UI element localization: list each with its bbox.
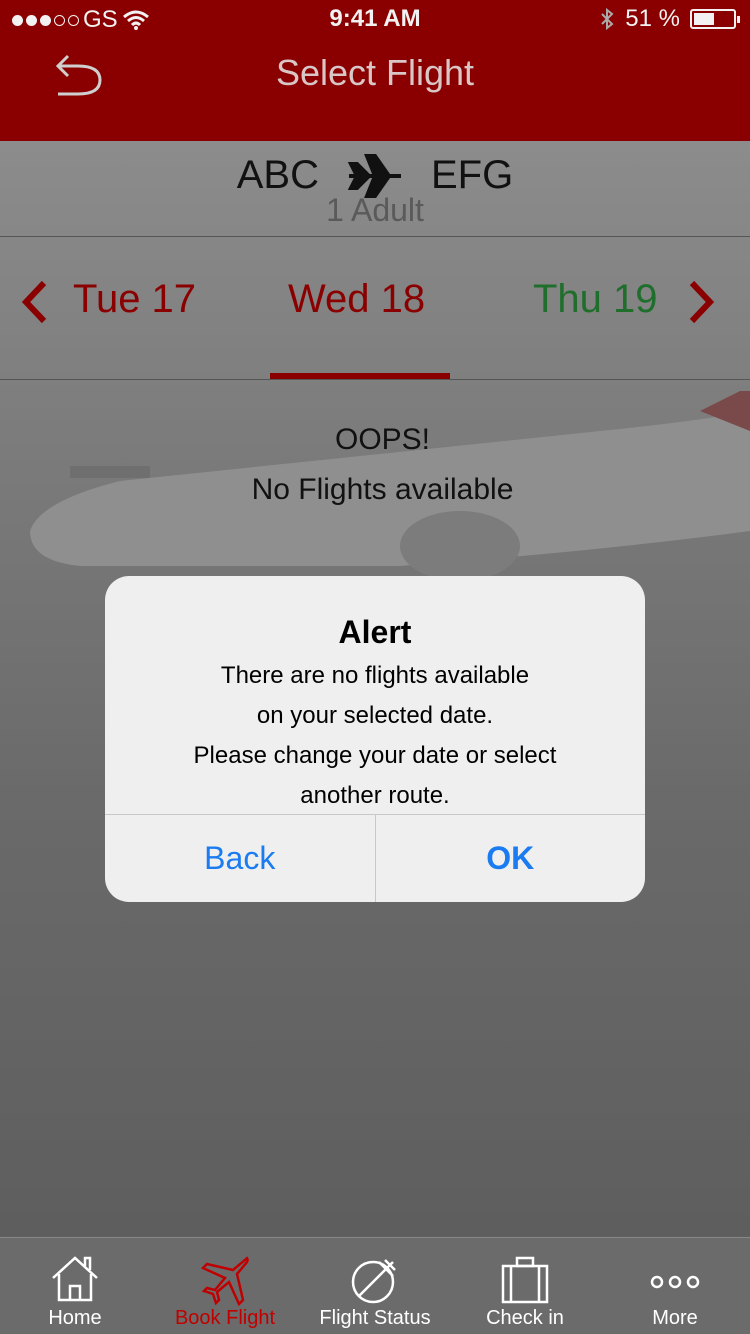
airplane-icon <box>200 1256 249 1306</box>
no-results-message: No Flights available <box>251 473 514 506</box>
alert-message-line: on your selected date. <box>256 702 494 729</box>
divider <box>0 236 750 237</box>
bluetooth-icon <box>601 7 614 31</box>
tab-flight-status[interactable]: Flight Status <box>300 1238 450 1334</box>
date-prev[interactable]: Tue 17 <box>73 277 196 322</box>
top-bar: GS 9:41 AM 51 % Select Flight <box>0 0 750 141</box>
airplane-icon <box>347 153 401 198</box>
status-bar: GS 9:41 AM 51 % <box>0 0 750 40</box>
date-selector: Tue 17 Wed 18 Thu 19 <box>0 261 750 351</box>
suitcase-icon <box>501 1256 549 1304</box>
tab-book-flight[interactable]: Book Flight <box>150 1238 300 1334</box>
alert-buttons: Back OK <box>105 814 645 902</box>
date-current[interactable]: Wed 18 <box>288 277 425 322</box>
divider <box>0 379 750 380</box>
chevron-right-icon[interactable] <box>684 277 720 327</box>
tab-label: Home <box>48 1307 102 1329</box>
tab-bar: Home Book Flight Flight Status Check in … <box>0 1237 750 1334</box>
no-results-heading: OOPS! <box>334 423 431 456</box>
battery-icon <box>690 9 740 29</box>
chevron-left-icon[interactable] <box>16 277 52 327</box>
globe-plane-icon <box>351 1259 396 1304</box>
page-title: Select Flight <box>275 52 475 93</box>
route-header: ABC EFG 1 Adult <box>0 153 750 229</box>
alert-message-line: another route. <box>300 782 450 809</box>
tab-label: Book Flight <box>174 1307 276 1329</box>
alert-message-line: Please change your date or select <box>193 742 557 769</box>
battery-percent: 51 % <box>625 5 680 32</box>
tab-label: Flight Status <box>319 1307 431 1329</box>
alert-message-line: There are no flights available <box>220 662 530 689</box>
tab-label: More <box>652 1307 698 1329</box>
passenger-count: 1 Adult <box>326 192 424 228</box>
alert-message: There are no flights available on your s… <box>135 656 615 816</box>
tab-more[interactable]: More <box>600 1238 750 1334</box>
date-next[interactable]: Thu 19 <box>533 277 658 322</box>
status-right: 51 % <box>599 5 740 33</box>
more-dots-icon <box>650 1275 700 1289</box>
alert-title: Alert <box>338 614 412 650</box>
alert-dialog: Alert There are no flights available on … <box>105 576 645 902</box>
origin-code: ABC <box>236 153 319 197</box>
alert-back-button[interactable]: Back <box>105 815 376 902</box>
home-icon <box>52 1256 98 1302</box>
tab-check-in[interactable]: Check in <box>450 1238 600 1334</box>
destination-code: EFG <box>431 153 514 197</box>
tab-home[interactable]: Home <box>0 1238 150 1334</box>
tab-label: Check in <box>486 1307 564 1329</box>
alert-ok-button[interactable]: OK <box>376 815 646 902</box>
